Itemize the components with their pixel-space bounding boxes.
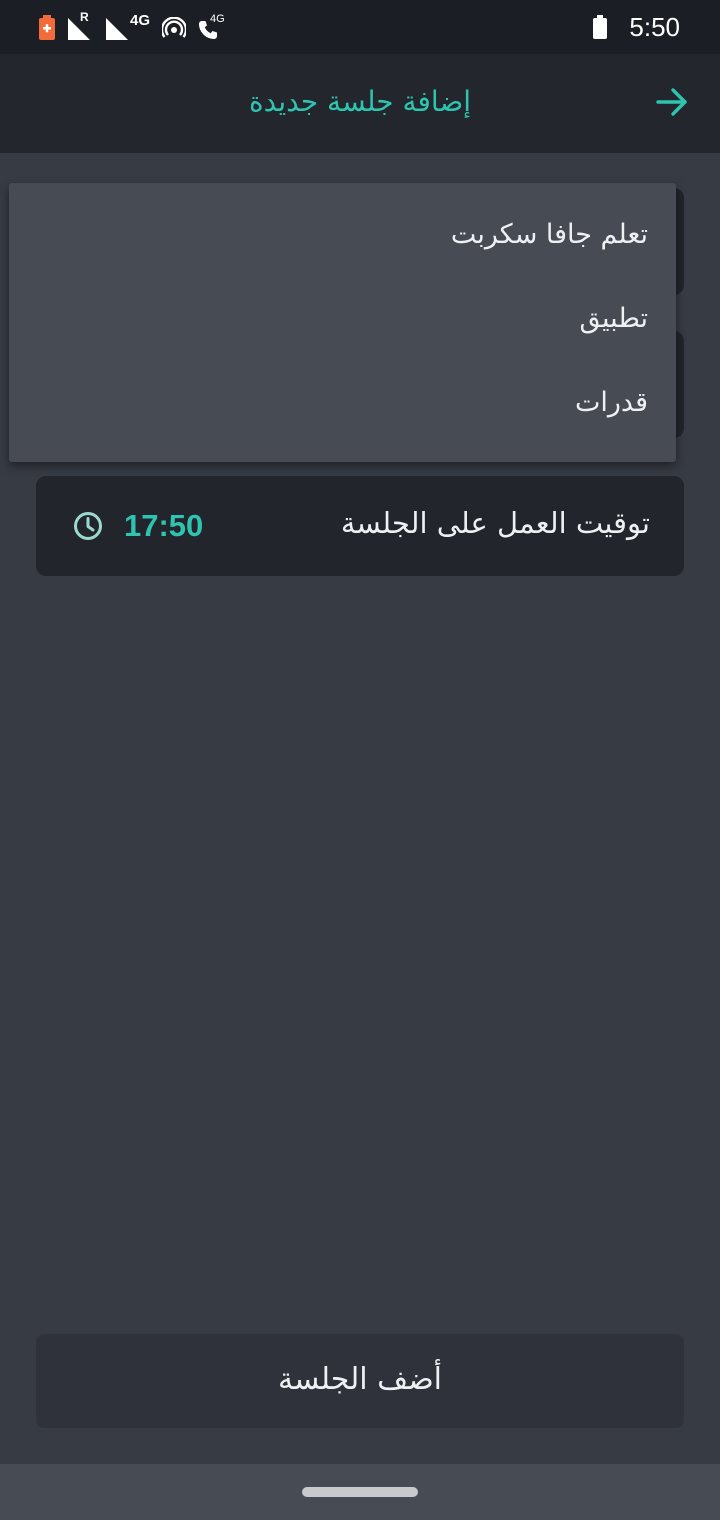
battery-saver-icon <box>39 15 55 40</box>
battery-icon <box>593 15 608 39</box>
signal-4g-icon: 4G <box>106 12 150 40</box>
navigation-bar <box>0 1464 720 1520</box>
status-icons-right: 5:50 <box>593 10 680 44</box>
app-bar: إضافة جلسة جديدة <box>0 54 720 153</box>
add-session-button[interactable]: أضف الجلسة <box>36 1334 684 1428</box>
signal-roaming-icon: R <box>68 10 94 40</box>
dropdown-option-label: قدرات <box>574 387 648 418</box>
status-icons-left: R 4G 4G <box>38 10 226 42</box>
clock-icon <box>74 512 102 540</box>
session-time-picker[interactable]: توقيت العمل على الجلسة 17:50 <box>36 476 684 576</box>
add-session-button-label: أضف الجلسة <box>277 1362 443 1397</box>
dropdown-option-3[interactable]: قدرات <box>9 363 676 445</box>
dropdown-menu: تعلم جافا سكربت تطبيق قدرات <box>9 183 676 462</box>
volte-call-icon: 4G <box>198 13 226 40</box>
page-title: إضافة جلسة جديدة <box>248 85 472 118</box>
dropdown-option-2[interactable]: تطبيق <box>9 279 676 361</box>
status-time: 5:50 <box>629 11 680 42</box>
dropdown-option-label: تعلم جافا سكربت <box>450 219 648 250</box>
dropdown-option-label: تطبيق <box>579 303 648 334</box>
status-bar: R 4G 4G 5:50 <box>0 0 720 54</box>
arrow-right-icon[interactable] <box>654 84 690 120</box>
hotspot-icon <box>162 17 187 38</box>
dropdown-option-1[interactable]: تعلم جافا سكربت <box>9 195 676 277</box>
session-time-value: 17:50 <box>124 508 204 543</box>
home-gesture-handle[interactable] <box>302 1487 418 1497</box>
session-time-label: توقيت العمل على الجلسة <box>340 506 650 540</box>
